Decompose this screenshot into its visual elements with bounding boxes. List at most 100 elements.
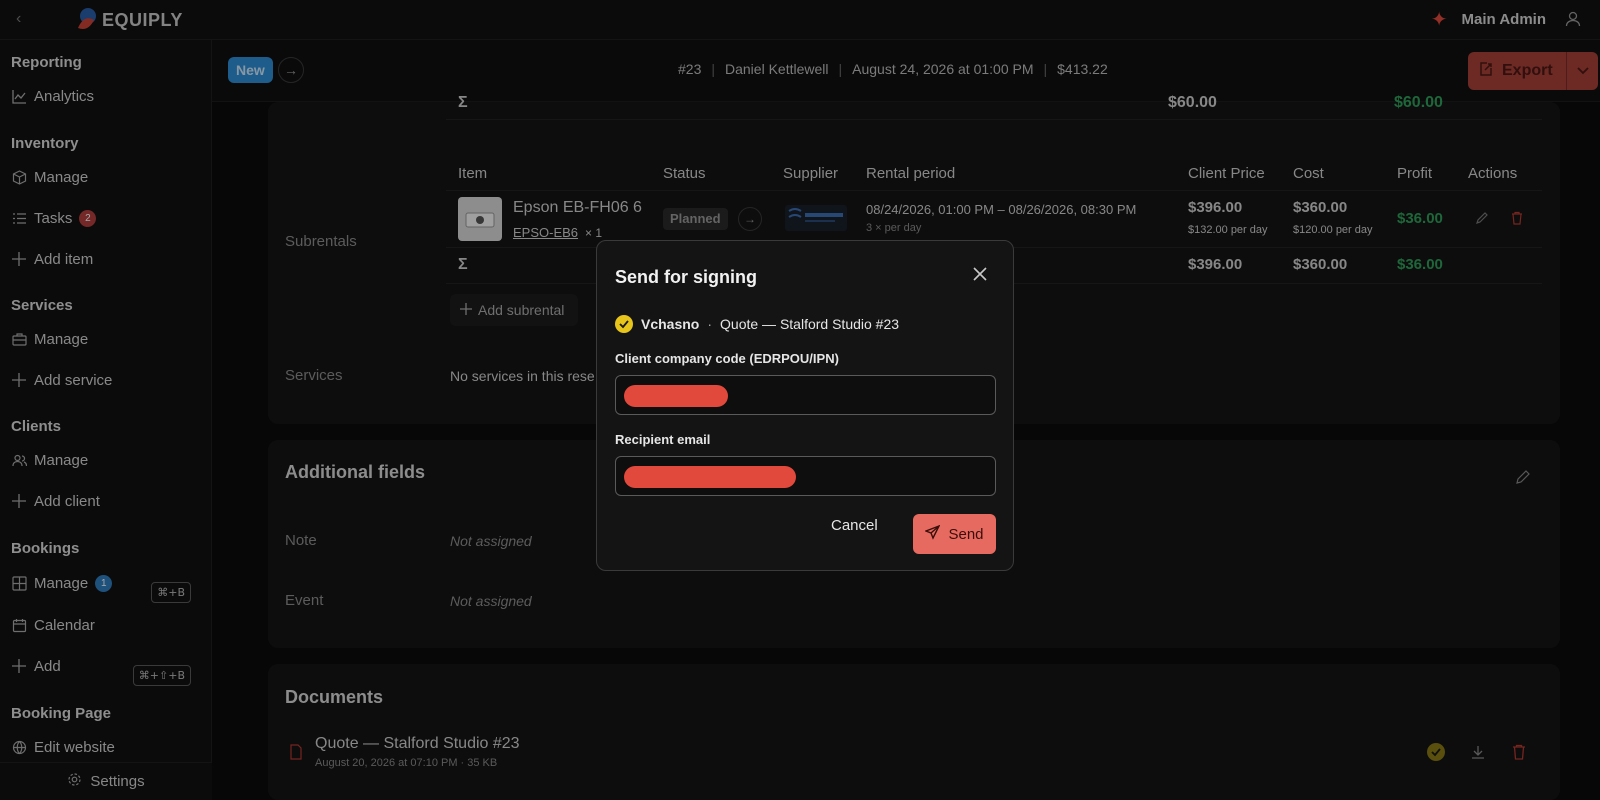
- toolbox-icon: [11, 331, 27, 347]
- sidebar-item-calendar[interactable]: Calendar: [11, 614, 95, 636]
- sidebar-item-label: Calendar: [34, 616, 95, 634]
- bookings-count-badge: 1: [95, 574, 113, 592]
- recipient-email-input[interactable]: [615, 456, 996, 496]
- provider-name: Vchasno: [641, 316, 700, 332]
- status-badge[interactable]: New: [228, 57, 273, 83]
- sidebar-item-add-item[interactable]: Add item: [11, 248, 93, 270]
- tasks-count-badge: 2: [79, 209, 97, 227]
- plus-icon: [460, 302, 472, 318]
- chart-icon: [11, 88, 27, 104]
- edit-pencil-icon[interactable]: [1475, 211, 1489, 230]
- redacted-value: [624, 466, 796, 488]
- close-icon[interactable]: [973, 267, 987, 286]
- plus-icon: [11, 251, 27, 267]
- client-price-note: $132.00 per day: [1188, 224, 1268, 236]
- field-label-event: Event: [285, 592, 324, 609]
- sidebar-item-bookings-manage[interactable]: Manage 1: [11, 572, 113, 594]
- sidebar-item-label: Analytics: [34, 87, 95, 105]
- export-dropdown-chevron-icon[interactable]: [1566, 52, 1598, 90]
- booking-total: $413.22: [1057, 61, 1108, 77]
- sidebar-item-add-booking[interactable]: Add: [11, 655, 61, 677]
- sidebar-item-label: Manage: [34, 330, 89, 348]
- sidebar-item-add-service[interactable]: Add service: [11, 369, 112, 391]
- sidebar-item-label: Tasks: [34, 209, 73, 227]
- add-subrental-button[interactable]: Add subrental: [450, 294, 578, 326]
- item-qty: × 1: [585, 226, 603, 240]
- projector-icon: [465, 212, 495, 228]
- subrentals-section-label: Subrentals: [285, 233, 357, 250]
- field-value-event: Not assigned: [450, 593, 532, 609]
- calendar-icon: [11, 617, 27, 633]
- sidebar-item-services-manage[interactable]: Manage: [11, 328, 88, 350]
- field-value-note: Not assigned: [450, 533, 532, 549]
- edit-pencil-icon[interactable]: [1515, 469, 1531, 490]
- vchasno-sign-icon[interactable]: [1427, 743, 1445, 761]
- shortcut-hint: ⌘+⇧+B: [132, 665, 191, 686]
- user-name[interactable]: Main Admin: [1462, 11, 1546, 28]
- column-header-item: Item: [458, 165, 488, 182]
- booking-client: Daniel Kettlewell: [725, 61, 829, 77]
- sidebar-section-bookings: Bookings: [11, 540, 80, 557]
- app-name: EQUIPLY: [102, 9, 183, 30]
- sidebar: Reporting Analytics Inventory Manage Tas…: [0, 40, 212, 800]
- supplier-logo-icon: [788, 208, 843, 222]
- sidebar-section-clients: Clients: [11, 418, 62, 435]
- item-sku[interactable]: EPSO-EB6: [513, 225, 578, 240]
- booking-date: August 24, 2026 at 01:00 PM: [852, 61, 1034, 77]
- sidebar-item-label: Manage: [34, 168, 89, 186]
- recipient-email-label: Recipient email: [615, 432, 711, 447]
- rental-period-note: 3 × per day: [866, 222, 922, 234]
- download-icon[interactable]: [1470, 744, 1486, 765]
- settings-button[interactable]: Settings: [0, 762, 212, 800]
- booking-summary: #23 | Daniel Kettlewell | August 24, 2026 …: [678, 61, 1108, 77]
- sidebar-item-edit-website[interactable]: Edit website: [11, 736, 115, 758]
- item-thumbnail[interactable]: [458, 197, 502, 241]
- separator-dot: ·: [707, 316, 713, 332]
- sidebar-item-analytics[interactable]: Analytics: [11, 85, 94, 107]
- app-logo[interactable]: EQUIPLY: [74, 6, 183, 34]
- sidebar-section-services: Services: [11, 297, 73, 314]
- gear-icon: [67, 772, 82, 791]
- document-name[interactable]: Quote — Stalford Studio #23: [315, 735, 520, 753]
- add-subrental-label: Add subrental: [478, 302, 565, 318]
- cancel-button[interactable]: Cancel: [831, 517, 878, 534]
- dialog-title: Send for signing: [615, 267, 757, 287]
- documents-title: Documents: [285, 687, 384, 707]
- top-bar: ‹ EQUIPLY ✦ Main Admin: [0, 0, 1600, 40]
- column-header-profit: Profit: [1397, 165, 1433, 182]
- subrental-status-badge[interactable]: Planned: [663, 208, 728, 230]
- ai-sparkle-icon[interactable]: ✦: [1431, 7, 1448, 32]
- client-price: $396.00: [1188, 199, 1243, 216]
- sidebar-item-clients-manage[interactable]: Manage: [11, 449, 88, 471]
- list-icon: [11, 210, 27, 226]
- item-name[interactable]: Epson EB-FH06 6: [513, 199, 642, 217]
- sidebar-item-label: Add item: [34, 250, 94, 268]
- sidebar-section-reporting: Reporting: [11, 54, 82, 71]
- documents-card: [268, 664, 1560, 800]
- export-button[interactable]: Export: [1468, 52, 1598, 90]
- collapse-sidebar-icon[interactable]: ‹: [16, 10, 21, 28]
- next-status-button[interactable]: →: [278, 57, 304, 83]
- sidebar-item-label: Manage: [34, 574, 89, 592]
- plus-icon: [11, 493, 27, 509]
- sidebar-item-label: Add client: [34, 492, 100, 510]
- user-avatar-icon[interactable]: [1560, 6, 1586, 32]
- sum-profit: $36.00: [1397, 256, 1443, 273]
- delete-trash-icon[interactable]: [1512, 744, 1526, 765]
- company-code-label: Client company code (EDRPOU/IPN): [615, 351, 839, 366]
- additional-fields-title: Additional fields: [285, 462, 426, 482]
- sidebar-item-inventory-manage[interactable]: Manage: [11, 166, 88, 188]
- column-header-actions: Actions: [1468, 165, 1518, 182]
- rental-period: 08/24/2026, 01:00 PM – 08/26/2026, 08:30…: [866, 202, 1137, 217]
- sidebar-item-tasks[interactable]: Tasks 2: [11, 207, 97, 229]
- sidebar-item-label: Add: [34, 657, 61, 675]
- document-meta: August 20, 2026 at 07:10 PM · 35 KB: [315, 757, 498, 769]
- advance-status-icon[interactable]: →: [738, 207, 762, 231]
- supplier-logo[interactable]: [785, 205, 847, 231]
- delete-trash-icon[interactable]: [1510, 211, 1524, 230]
- plus-icon: [11, 372, 27, 388]
- send-button[interactable]: Send: [913, 514, 996, 554]
- sidebar-item-add-client[interactable]: Add client: [11, 490, 100, 512]
- company-code-input[interactable]: [615, 375, 996, 415]
- sidebar-item-label: Edit website: [34, 738, 115, 756]
